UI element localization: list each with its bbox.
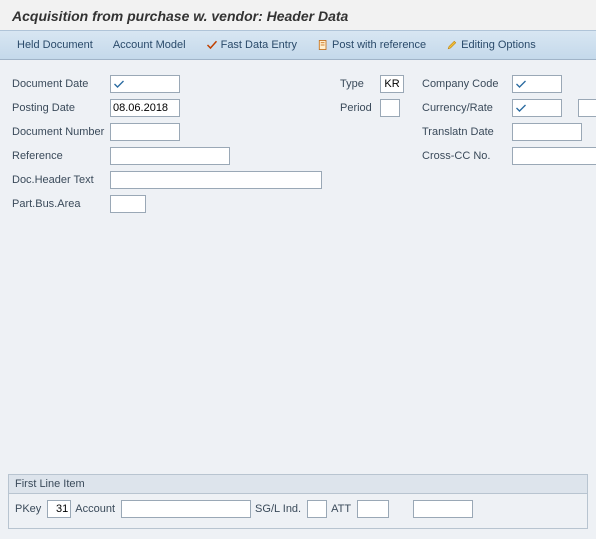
header-text-field[interactable] (110, 171, 322, 189)
sgl-field[interactable] (307, 500, 327, 518)
document-icon (317, 39, 329, 51)
transl-date-label: Translatn Date (422, 126, 512, 138)
fast-data-entry-label: Fast Data Entry (221, 39, 297, 51)
period-label: Period (340, 102, 380, 114)
held-document-button[interactable]: Held Document (8, 35, 102, 55)
bus-area-field[interactable] (110, 195, 146, 213)
reference-label: Reference (12, 150, 110, 162)
column-left: Document Date Posting Date Document Numb… (12, 74, 322, 214)
account-model-button[interactable]: Account Model (104, 35, 195, 55)
company-code-label: Company Code (422, 78, 512, 90)
held-document-label: Held Document (17, 39, 93, 51)
header-text-label: Doc.Header Text (12, 174, 110, 186)
account-label: Account (75, 503, 115, 515)
document-number-label: Document Number (12, 126, 110, 138)
transl-date-field[interactable] (512, 123, 582, 141)
rate-field[interactable] (578, 99, 596, 117)
account-field[interactable] (121, 500, 251, 518)
att-field[interactable] (357, 500, 389, 518)
checkmark-icon (206, 39, 218, 51)
document-date-label: Document Date (12, 78, 110, 90)
editing-options-button[interactable]: Editing Options (437, 35, 545, 55)
pkey-field[interactable] (47, 500, 71, 518)
sgl-label: SG/L Ind. (255, 503, 301, 515)
post-with-reference-button[interactable]: Post with reference (308, 35, 435, 55)
extra-field[interactable] (413, 500, 473, 518)
cross-cc-label: Cross-CC No. (422, 150, 512, 162)
post-with-reference-label: Post with reference (332, 39, 426, 51)
first-line-item-header: First Line Item (8, 474, 588, 493)
first-line-item-section: First Line Item PKey Account SG/L Ind. A… (8, 474, 588, 529)
window-title: Acquisition from purchase w. vendor: Hea… (0, 0, 596, 30)
fast-data-entry-button[interactable]: Fast Data Entry (197, 35, 306, 55)
pencil-icon (446, 39, 458, 51)
document-number-field[interactable] (110, 123, 180, 141)
type-field[interactable] (380, 75, 404, 93)
column-middle: Type Period (340, 74, 404, 214)
att-label: ATT (331, 503, 351, 515)
posting-date-field[interactable] (110, 99, 180, 117)
editing-options-label: Editing Options (461, 39, 536, 51)
currency-rate-label: Currency/Rate (422, 102, 512, 114)
period-field[interactable] (380, 99, 400, 117)
application-toolbar: Held Document Account Model Fast Data En… (0, 30, 596, 60)
required-check-icon (514, 77, 528, 91)
required-check-icon (112, 77, 126, 91)
column-right: Company Code Currency/Rate Translatn Dat… (422, 74, 596, 214)
type-label: Type (340, 78, 380, 90)
pkey-label: PKey (15, 503, 41, 515)
bus-area-label: Part.Bus.Area (12, 198, 110, 210)
required-check-icon (514, 101, 528, 115)
reference-field[interactable] (110, 147, 230, 165)
cross-cc-field[interactable] (512, 147, 596, 165)
posting-date-label: Posting Date (12, 102, 110, 114)
account-model-label: Account Model (113, 39, 186, 51)
content-area: Document Date Posting Date Document Numb… (0, 60, 596, 539)
